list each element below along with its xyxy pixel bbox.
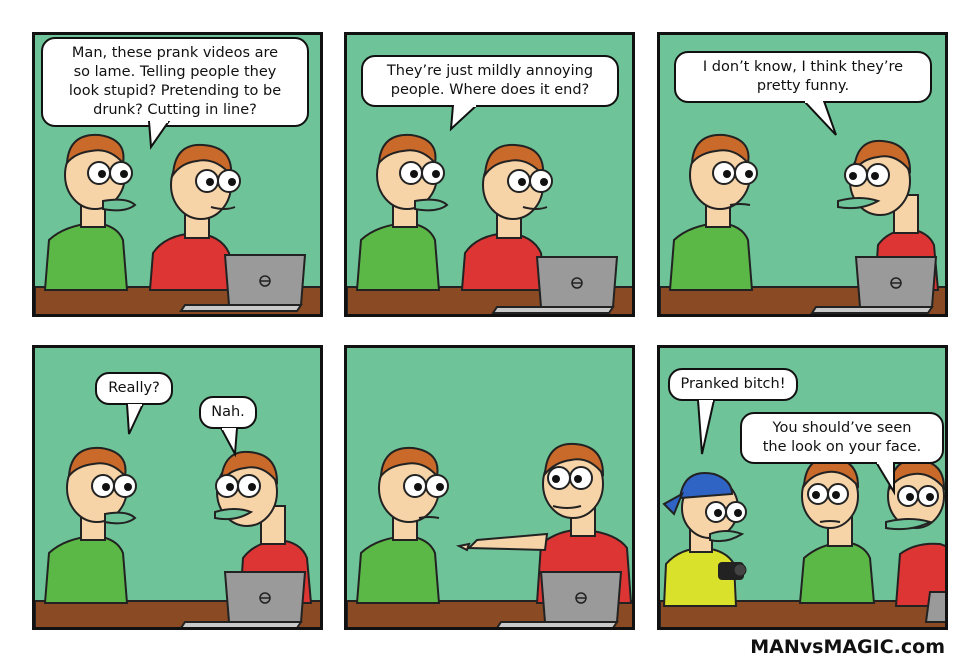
comic-panel-2: They’re just mildly annoying people. Whe… bbox=[344, 32, 635, 317]
bubble-tail bbox=[219, 428, 239, 458]
bubble-tail bbox=[147, 121, 171, 150]
bubble-tail bbox=[874, 462, 895, 496]
comic-panel-1: Man, these prank videos are so lame. Tel… bbox=[32, 32, 323, 317]
panel-5-scene bbox=[347, 442, 632, 627]
bubble-tail bbox=[449, 105, 479, 132]
speech-bubble: Really? bbox=[95, 372, 173, 405]
bubble-tail bbox=[696, 400, 716, 455]
speech-bubble: Man, these prank videos are so lame. Tel… bbox=[41, 37, 309, 127]
speech-bubble: You should’ve seen the look on your face… bbox=[740, 412, 944, 464]
laptop bbox=[924, 591, 945, 623]
panel-4-scene bbox=[35, 446, 320, 627]
speech-bubble: They’re just mildly annoying people. Whe… bbox=[361, 55, 619, 107]
comic-panel-6: Pranked bitch! You should’ve seen the lo… bbox=[657, 345, 948, 630]
bubble-tail bbox=[125, 404, 145, 435]
bubble-tail bbox=[802, 101, 837, 136]
comic-panel-5 bbox=[344, 345, 635, 630]
site-credit: MANvsMAGIC.com bbox=[750, 636, 945, 658]
comic-panel-4: Really? Nah. bbox=[32, 345, 323, 630]
speech-bubble: Pranked bitch! bbox=[668, 368, 798, 401]
comic-panel-3: I don’t know, I think they’re pretty fun… bbox=[657, 32, 948, 317]
speech-bubble: I don’t know, I think they’re pretty fun… bbox=[674, 51, 932, 103]
speech-bubble: Nah. bbox=[199, 396, 257, 429]
